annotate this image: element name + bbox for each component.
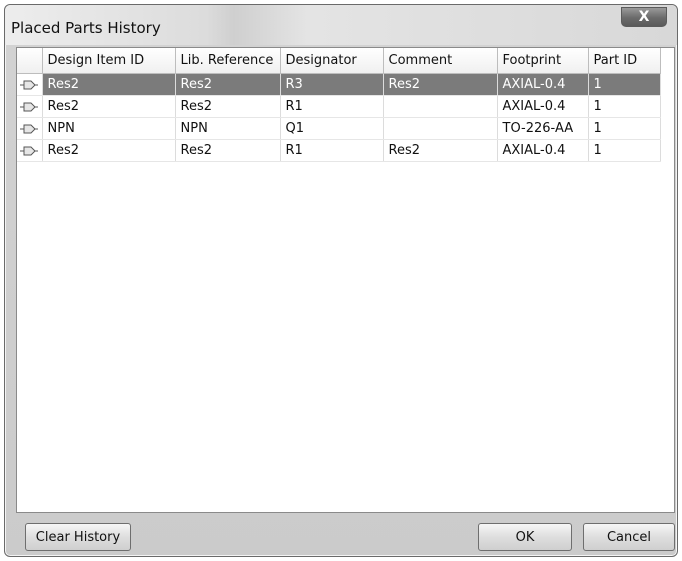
component-plug-icon — [20, 124, 39, 133]
cell-design-item-id: Res2 — [42, 95, 176, 118]
row-indicator — [17, 139, 43, 162]
ok-button[interactable]: OK — [478, 523, 572, 551]
column-header-comment[interactable]: Comment — [383, 48, 498, 74]
component-plug-icon — [20, 80, 39, 89]
header-row: Design Item ID Lib. Reference Designator… — [17, 48, 661, 74]
cell-footprint: AXIAL-0.4 — [497, 139, 589, 162]
table-row[interactable]: Res2 Res2 R3 Res2 AXIAL-0.4 1 — [17, 73, 661, 96]
component-plug-icon — [20, 146, 39, 155]
parts-history-grid[interactable]: Design Item ID Lib. Reference Designator… — [16, 47, 675, 513]
cell-lib-reference: Res2 — [175, 73, 281, 96]
cell-lib-reference: Res2 — [175, 95, 281, 118]
dialog-title: Placed Parts History — [11, 19, 161, 37]
row-indicator — [17, 73, 43, 96]
cell-comment: Res2 — [383, 139, 498, 162]
column-header-design-item-id[interactable]: Design Item ID — [42, 48, 176, 74]
column-header-footprint[interactable]: Footprint — [497, 48, 589, 74]
cell-designator: R3 — [280, 73, 384, 96]
table-row[interactable]: Res2 Res2 R1 AXIAL-0.4 1 — [17, 95, 661, 118]
cell-part-id: 1 — [588, 139, 661, 162]
column-header-lib-reference[interactable]: Lib. Reference — [175, 48, 281, 74]
cell-designator: R1 — [280, 95, 384, 118]
row-indicator — [17, 95, 43, 118]
column-header-part-id[interactable]: Part ID — [588, 48, 661, 74]
cell-part-id: 1 — [588, 95, 661, 118]
cell-comment — [383, 117, 498, 140]
cell-lib-reference: NPN — [175, 117, 281, 140]
cell-design-item-id: NPN — [42, 117, 176, 140]
close-button[interactable]: X — [621, 7, 667, 27]
close-icon: X — [638, 9, 650, 25]
row-indicator-header — [17, 48, 43, 74]
cancel-button[interactable]: Cancel — [583, 523, 675, 551]
cell-footprint: TO-226-AA — [497, 117, 589, 140]
column-header-designator[interactable]: Designator — [280, 48, 384, 74]
cell-design-item-id: Res2 — [42, 73, 176, 96]
table-row[interactable]: NPN NPN Q1 TO-226-AA 1 — [17, 117, 661, 140]
cell-design-item-id: Res2 — [42, 139, 176, 162]
row-indicator — [17, 117, 43, 140]
cell-footprint: AXIAL-0.4 — [497, 73, 589, 96]
cell-comment — [383, 95, 498, 118]
cell-part-id: 1 — [588, 73, 661, 96]
cell-comment: Res2 — [383, 73, 498, 96]
cell-lib-reference: Res2 — [175, 139, 281, 162]
cell-part-id: 1 — [588, 117, 661, 140]
clear-history-button[interactable]: Clear History — [25, 523, 131, 551]
cell-designator: Q1 — [280, 117, 384, 140]
table-row[interactable]: Res2 Res2 R1 Res2 AXIAL-0.4 1 — [17, 139, 661, 162]
parts-history-table: Design Item ID Lib. Reference Designator… — [17, 48, 661, 162]
component-plug-icon — [20, 102, 39, 111]
cell-designator: R1 — [280, 139, 384, 162]
placed-parts-history-dialog: Placed Parts History X Design Item ID Li… — [4, 4, 678, 557]
title-bar[interactable]: Placed Parts History X — [5, 5, 677, 45]
cell-footprint: AXIAL-0.4 — [497, 95, 589, 118]
